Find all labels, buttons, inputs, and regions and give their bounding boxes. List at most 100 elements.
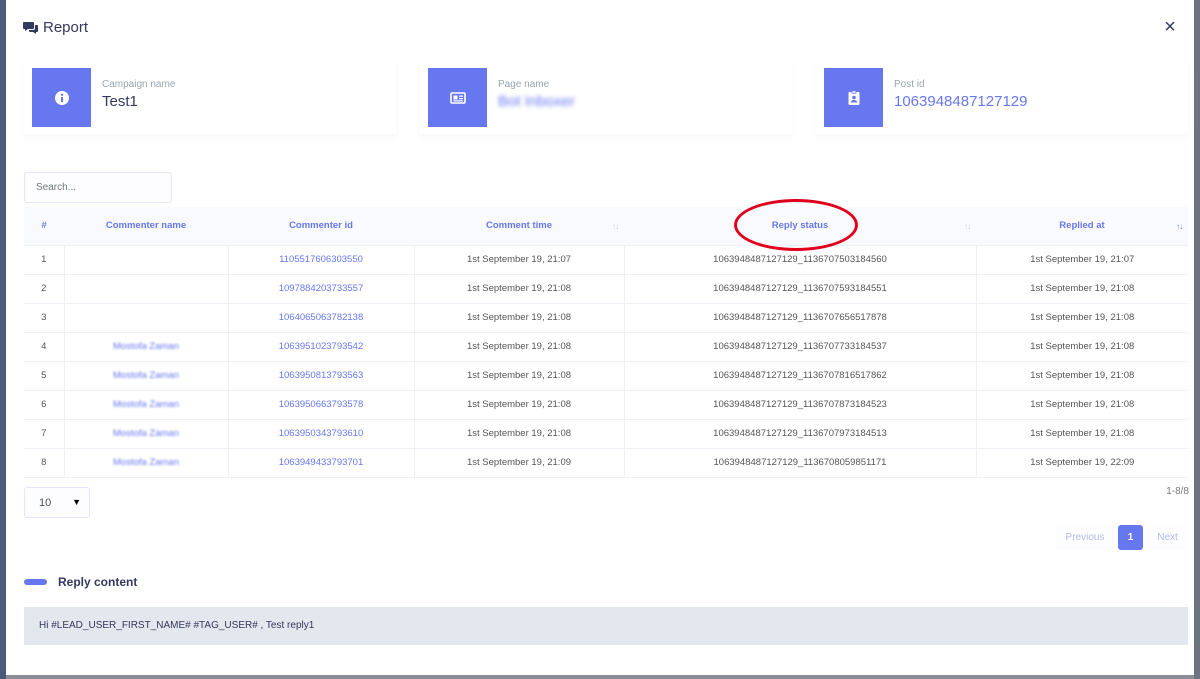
commenter-id-cell: 1064065063782138 [228, 303, 415, 333]
page-name-value[interactable]: Bot Inboxer [498, 93, 575, 110]
table-header-row: # Commenter name Commenter id Comment ti… [24, 207, 1188, 246]
commenter-id-link[interactable]: 1097884203733557 [279, 283, 364, 294]
newspaper-icon [428, 68, 487, 127]
section-bar-decoration [24, 579, 47, 585]
page-name-label: Page name [498, 79, 550, 90]
caret-down-icon: ▼ [72, 497, 81, 507]
row-index: 5 [24, 361, 65, 391]
commenter-name-link[interactable]: Mostofa Zaman [113, 341, 179, 352]
replied-at-cell: 1st September 19, 21:08 [976, 274, 1188, 304]
comment-time-cell: 1st September 19, 21:08 [414, 274, 625, 304]
sort-arrows-icon[interactable]: ↑↓ [612, 222, 619, 231]
sort-arrows-icon[interactable]: ↑↓ [964, 222, 971, 231]
commenter-name-cell: Mostofa Zaman [64, 390, 229, 420]
page-1-button[interactable]: 1 [1118, 525, 1143, 550]
commenter-id-cell: 1105517606303550 [228, 245, 415, 275]
commenter-id-cell: 1063949433793701 [228, 448, 415, 478]
campaign-name-label: Campaign name [102, 79, 176, 90]
header-replied-at-label: Replied at [1059, 220, 1105, 232]
commenter-id-link[interactable]: 1105517606303550 [279, 254, 363, 265]
row-index: 3 [24, 303, 65, 333]
commenter-id-cell: 1097884203733557 [228, 274, 415, 304]
commenter-id-link[interactable]: 1063950813793563 [279, 370, 364, 381]
campaign-name-value: Test1 [102, 93, 138, 110]
header-index: # [24, 207, 64, 246]
commenter-id-link[interactable]: 1064065063782138 [279, 312, 364, 323]
header-comment-time-label: Comment time [486, 220, 552, 232]
page-name-card: Page name Bot Inboxer [420, 60, 792, 134]
reply-status-cell: 1063948487127129_1136707503184560 [624, 245, 977, 275]
commenter-id-cell: 1063950343793610 [228, 419, 415, 449]
reply-status-cell: 1063948487127129_1136707593184551 [624, 274, 977, 304]
header-commenter-id[interactable]: Commenter id [228, 207, 414, 246]
replied-at-cell: 1st September 19, 21:08 [976, 303, 1188, 333]
range-info: 1-8/8 [1166, 486, 1189, 497]
row-index: 4 [24, 332, 65, 362]
comment-time-cell: 1st September 19, 21:09 [414, 448, 625, 478]
report-modal: Report × Campaign name Test1 Page name B… [6, 0, 1194, 675]
id-badge-icon [824, 68, 883, 127]
commenter-id-link[interactable]: 1063951023793542 [279, 341, 364, 352]
commenter-name-cell [64, 303, 229, 333]
comments-icon [23, 21, 38, 34]
row-index: 2 [24, 274, 65, 304]
row-index: 8 [24, 448, 65, 478]
reply-status-cell: 1063948487127129_1136707816517862 [624, 361, 977, 391]
comment-time-cell: 1st September 19, 21:08 [414, 332, 625, 362]
reply-status-cell: 1063948487127129_1136707656517878 [624, 303, 977, 333]
table-row: 1 1105517606303550 1st September 19, 21:… [24, 245, 1188, 275]
table-row: 3 1064065063782138 1st September 19, 21:… [24, 303, 1188, 333]
table-row: 7 Mostofa Zaman 1063950343793610 1st Sep… [24, 419, 1188, 449]
table-row: 2 1097884203733557 1st September 19, 21:… [24, 274, 1188, 304]
modal-header: Report × [6, 0, 1194, 56]
page-size-value: 10 [39, 497, 52, 509]
commenter-name-cell [64, 245, 229, 275]
commenter-name-cell: Mostofa Zaman [64, 448, 229, 478]
replied-at-cell: 1st September 19, 21:08 [976, 390, 1188, 420]
comment-time-cell: 1st September 19, 21:07 [414, 245, 625, 275]
comment-time-cell: 1st September 19, 21:08 [414, 419, 625, 449]
table-row: 6 Mostofa Zaman 1063950663793578 1st Sep… [24, 390, 1188, 420]
replied-at-cell: 1st September 19, 21:07 [976, 245, 1188, 275]
reply-status-cell: 1063948487127129_1136707873184523 [624, 390, 977, 420]
replied-at-cell: 1st September 19, 21:08 [976, 419, 1188, 449]
reply-content-title: Reply content [58, 575, 138, 589]
row-index: 1 [24, 245, 65, 275]
comment-time-cell: 1st September 19, 21:08 [414, 361, 625, 391]
commenter-id-cell: 1063950663793578 [228, 390, 415, 420]
next-page-button[interactable]: Next [1147, 525, 1188, 550]
sort-desc-icon[interactable]: ↑↓ [1176, 222, 1183, 231]
commenter-name-cell: Mostofa Zaman [64, 419, 229, 449]
commenter-id-link[interactable]: 1063950343793610 [279, 428, 364, 439]
replied-at-cell: 1st September 19, 21:08 [976, 332, 1188, 362]
close-button[interactable]: × [1162, 17, 1178, 37]
pagination: Previous 1 Next [1056, 525, 1188, 550]
info-circle-icon [32, 68, 91, 127]
header-commenter-name[interactable]: Commenter name [64, 207, 228, 246]
search-input[interactable] [24, 172, 172, 203]
reply-content-heading: Reply content [24, 575, 137, 589]
commenter-name-cell [64, 274, 229, 304]
campaign-name-card: Campaign name Test1 [24, 60, 396, 134]
commenter-name-link[interactable]: Mostofa Zaman [113, 457, 179, 468]
table-row: 4 Mostofa Zaman 1063951023793542 1st Sep… [24, 332, 1188, 362]
header-reply-status[interactable]: Reply status ↑↓ [624, 207, 976, 246]
post-id-label: Post id [894, 79, 925, 90]
post-id-card: Post id 1063948487127129 [816, 60, 1188, 134]
reply-status-cell: 1063948487127129_1136708059851171 [624, 448, 977, 478]
previous-page-button[interactable]: Previous [1056, 525, 1114, 550]
header-replied-at[interactable]: Replied at ↑↓ [976, 207, 1188, 246]
commenter-name-link[interactable]: Mostofa Zaman [113, 428, 179, 439]
modal-title-text: Report [43, 19, 89, 36]
row-index: 7 [24, 419, 65, 449]
page-backdrop-right [1194, 0, 1200, 679]
commenter-name-link[interactable]: Mostofa Zaman [113, 370, 179, 381]
commenter-name-link[interactable]: Mostofa Zaman [113, 399, 179, 410]
post-id-value[interactable]: 1063948487127129 [894, 93, 1027, 110]
table-row: 5 Mostofa Zaman 1063950813793563 1st Sep… [24, 361, 1188, 391]
page-size-select[interactable]: 10 ▼ [24, 487, 90, 518]
comment-time-cell: 1st September 19, 21:08 [414, 303, 625, 333]
header-comment-time[interactable]: Comment time ↑↓ [414, 207, 624, 246]
commenter-id-link[interactable]: 1063949433793701 [279, 457, 364, 468]
commenter-id-link[interactable]: 1063950663793578 [279, 399, 364, 410]
